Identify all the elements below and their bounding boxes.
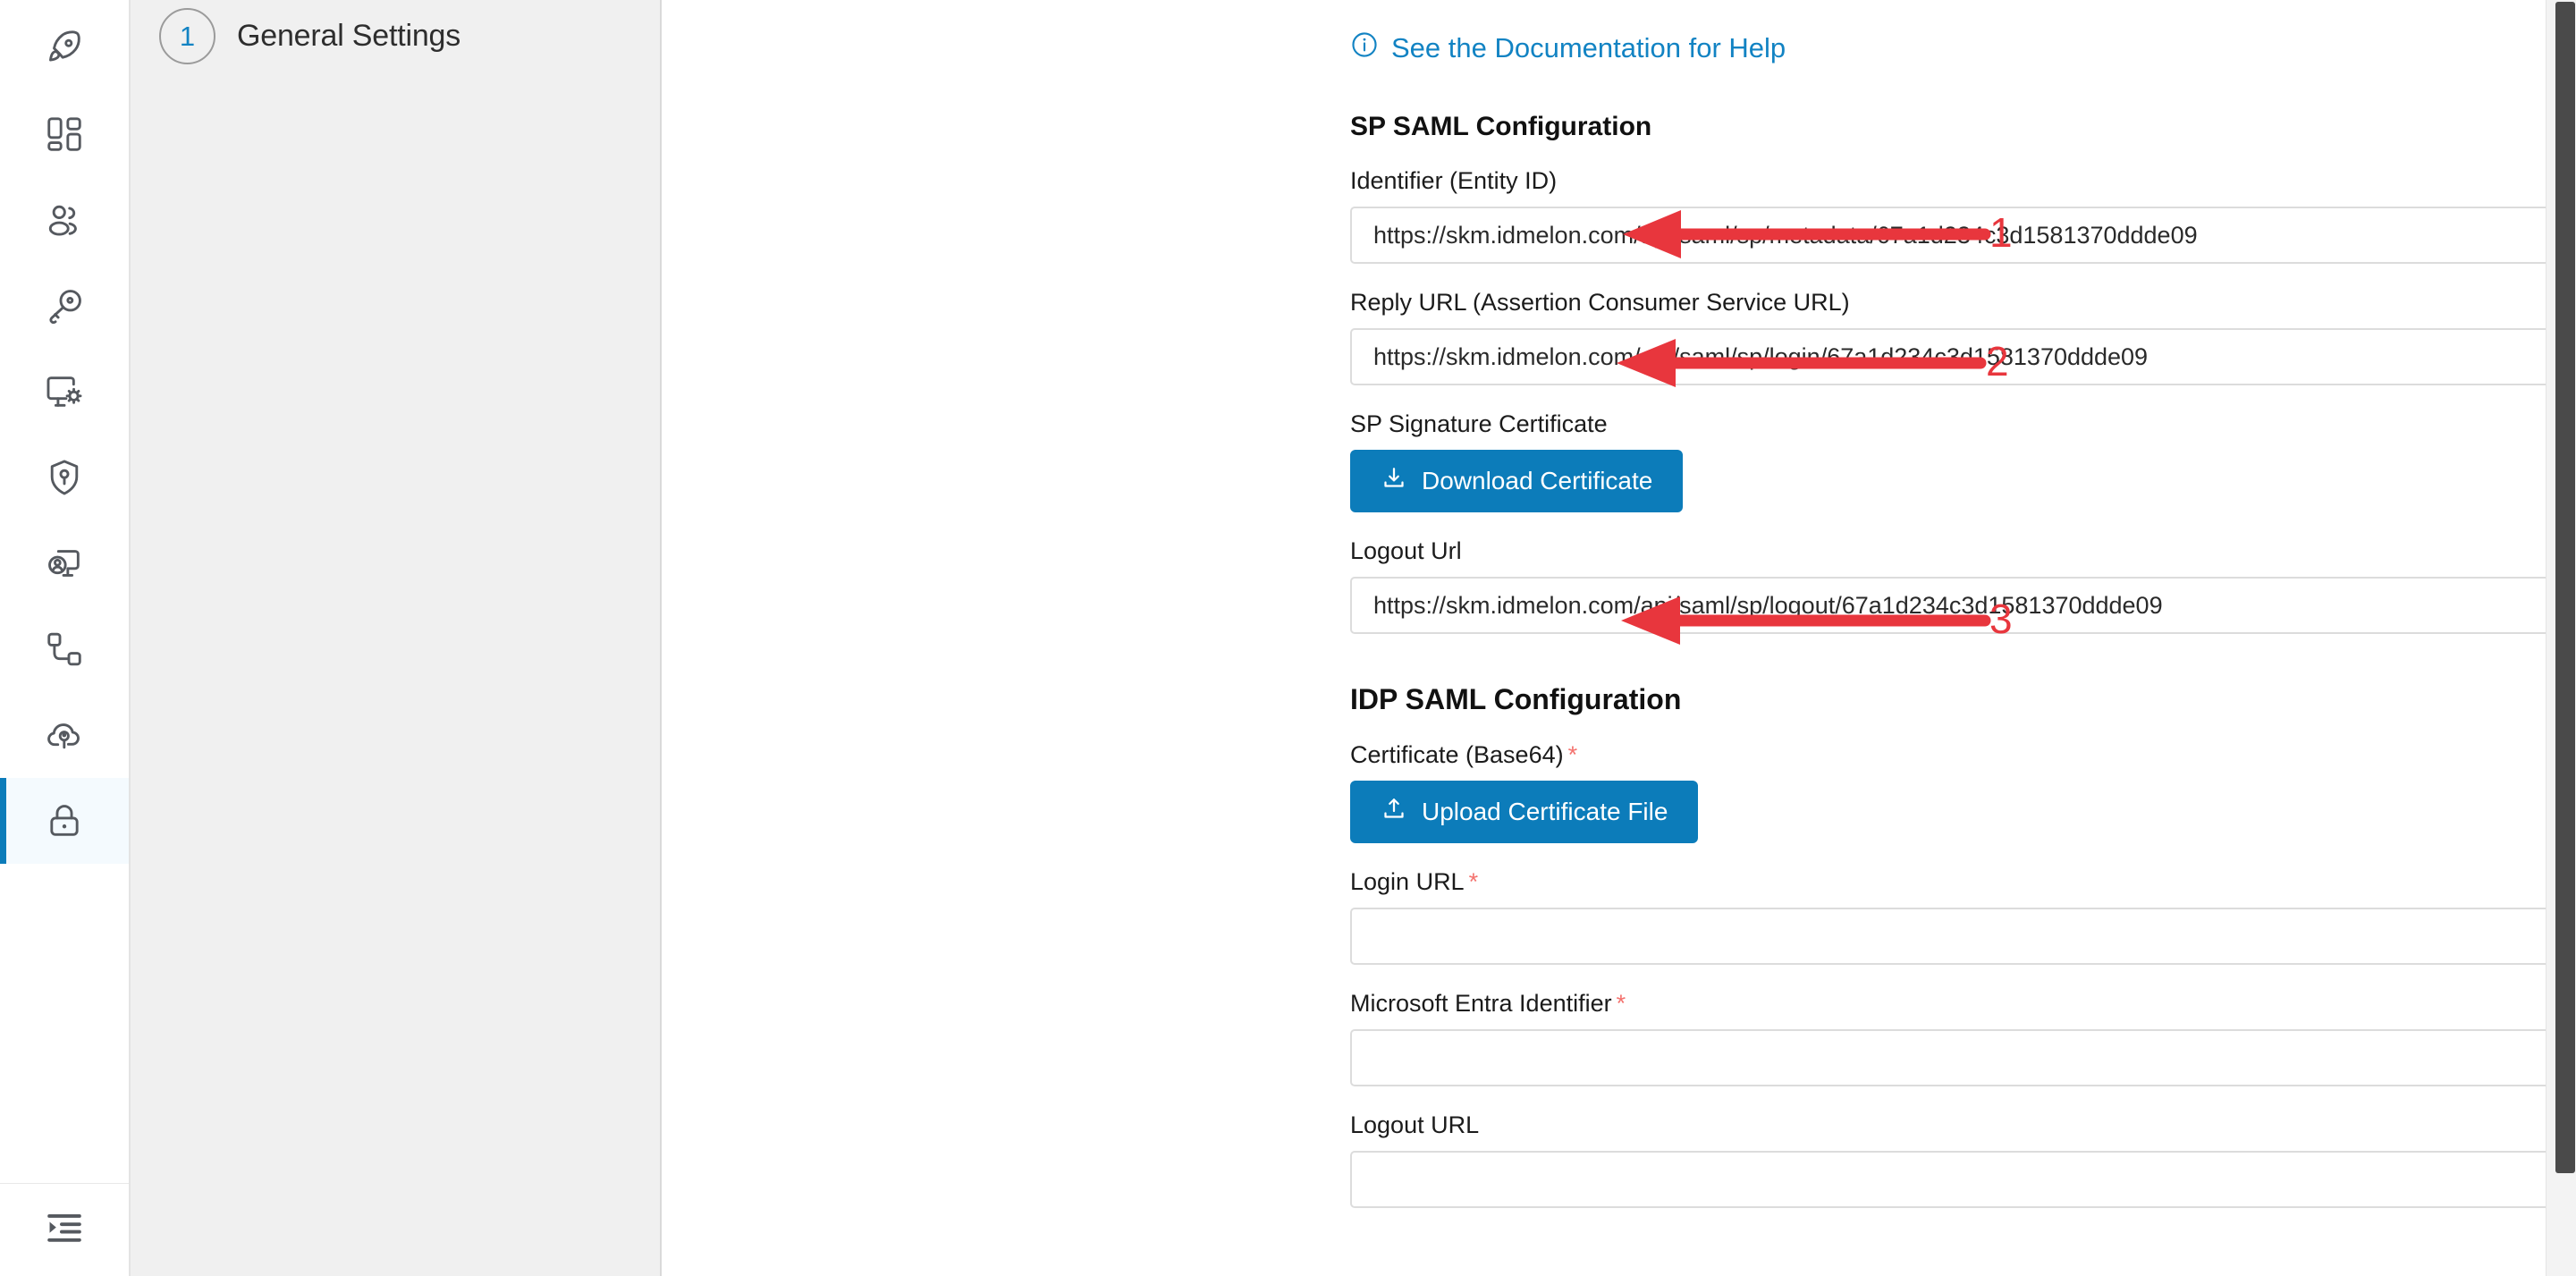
microsoft-entra-identifier-label: Microsoft Entra Identifier * (1350, 990, 2576, 1018)
upload-certificate-file-label: Upload Certificate File (1422, 798, 1668, 825)
idp-logout-url-row (1350, 1151, 2576, 1208)
login-url-row (1350, 908, 2576, 965)
monitor-user-icon (44, 543, 85, 584)
login-url-input[interactable] (1350, 908, 2576, 965)
field-login-url: Login URL * (1350, 868, 2576, 965)
logout-url-input[interactable] (1350, 577, 2576, 634)
idp-logout-url-label: Logout URL (1350, 1111, 2576, 1139)
sp-logout-url-row (1350, 577, 2576, 634)
download-certificate-label: Download Certificate (1422, 467, 1653, 494)
dashboard-grid-icon (44, 114, 85, 155)
reply-url-row (1350, 328, 2576, 385)
page-scrollbar-thumb[interactable] (2555, 2, 2575, 1173)
sidebar-item-sso-lock[interactable] (0, 778, 129, 864)
reply-url-label: Reply URL (Assertion Consumer Service UR… (1350, 289, 1850, 316)
sidebar-item-users[interactable] (0, 177, 129, 263)
idp-certificate-label-text: Certificate (Base64) (1350, 741, 1564, 768)
identifier-entity-id-input[interactable] (1350, 207, 2576, 264)
step-number-badge: 1 (159, 7, 215, 64)
required-asterisk: * (1567, 741, 1578, 768)
upload-icon (1381, 796, 1407, 829)
required-asterisk: * (1616, 990, 1626, 1017)
sidebar-item-keys[interactable] (0, 263, 129, 349)
nodes-icon (44, 629, 85, 670)
login-url-label: Login URL * (1350, 868, 2576, 896)
upload-certificate-file-button[interactable]: Upload Certificate File (1350, 781, 1699, 843)
download-certificate-button[interactable]: Download Certificate (1350, 450, 1684, 512)
idp-saml-section-title: IDP SAML Configuration (1350, 683, 1682, 715)
idp-logout-url-label-text: Logout URL (1350, 1111, 1480, 1138)
microsoft-entra-identifier-label-text: Microsoft Entra Identifier (1350, 990, 1612, 1017)
microsoft-entra-identifier-row (1350, 1029, 2576, 1086)
field-sp-logout-url: Logout Url (1350, 537, 2576, 634)
identifier-entity-id-label: Identifier (Entity ID) (1350, 167, 1558, 194)
sidebar-item-dashboard[interactable] (0, 91, 129, 177)
key-icon (44, 285, 85, 326)
general-settings-panel: 1 General Settings (131, 0, 662, 1276)
field-identifier-entity-id: Identifier (Entity ID) (1350, 167, 2576, 264)
sp-signature-certificate-label: SP Signature Certificate (1350, 410, 1608, 437)
page-title: General Settings (237, 18, 461, 53)
saml-configuration-form: See the Documentation for Help SP SAML C… (662, 0, 2576, 1276)
monitor-gear-icon (44, 371, 85, 412)
sidebar-item-cloud-keys[interactable] (0, 692, 129, 778)
sidebar-item-list (0, 0, 129, 864)
page-scrollbar-track[interactable] (2546, 0, 2576, 1276)
idp-certificate-label: Certificate (Base64) * (1350, 741, 2576, 769)
app-root: 1 General Settings See the Documentation… (0, 0, 2576, 1276)
sidebar-item-integrations[interactable] (0, 606, 129, 692)
sidebar-item-security[interactable] (0, 435, 129, 520)
field-sp-signature-certificate: SP Signature Certificate (1350, 410, 2576, 438)
indent-menu-icon (44, 1207, 85, 1253)
field-reply-url: Reply URL (Assertion Consumer Service UR… (1350, 289, 2576, 385)
microsoft-entra-identifier-input[interactable] (1350, 1029, 2576, 1086)
cloud-key-icon (44, 714, 85, 756)
sidebar-item-user-sessions[interactable] (0, 520, 129, 606)
documentation-link[interactable]: See the Documentation for Help (1350, 30, 1786, 66)
sidebar-item-rocket[interactable] (0, 5, 129, 91)
download-icon (1381, 465, 1407, 498)
documentation-link-label: See the Documentation for Help (1391, 32, 1786, 63)
lock-icon (44, 800, 85, 841)
field-idp-logout-url: Logout URL (1350, 1111, 2576, 1208)
step-header: 1 General Settings (131, 0, 660, 72)
field-microsoft-entra-identifier: Microsoft Entra Identifier * (1350, 990, 2576, 1086)
identifier-entity-id-row (1350, 207, 2576, 264)
shield-key-icon (44, 457, 85, 498)
reply-url-input[interactable] (1350, 328, 2576, 385)
sp-saml-section-title: SP SAML Configuration (1350, 112, 1652, 141)
users-icon (44, 199, 85, 241)
sidebar-collapse-toggle[interactable] (0, 1183, 129, 1276)
sidebar-item-workstations[interactable] (0, 349, 129, 435)
sp-logout-url-label: Logout Url (1350, 537, 1462, 564)
info-circle-icon (1350, 30, 1379, 66)
required-asterisk: * (1468, 868, 1479, 895)
rocket-icon (44, 28, 85, 69)
primary-icon-sidebar (0, 0, 131, 1276)
field-idp-certificate: Certificate (Base64) * (1350, 741, 2576, 769)
idp-logout-url-input[interactable] (1350, 1151, 2576, 1208)
login-url-label-text: Login URL (1350, 868, 1465, 895)
